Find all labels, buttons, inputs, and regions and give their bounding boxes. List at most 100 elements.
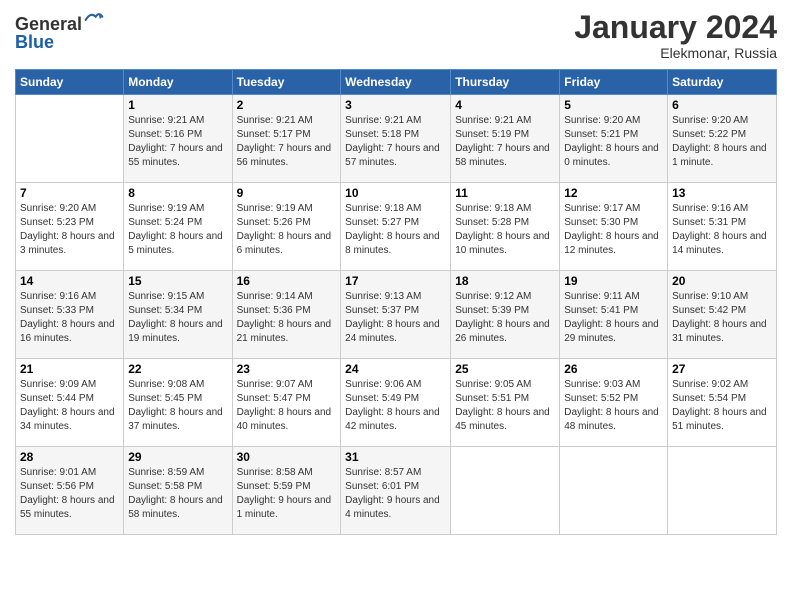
day-number: 2 [237, 98, 337, 112]
calendar-cell: 26 Sunrise: 9:03 AM Sunset: 5:52 PM Dayl… [560, 359, 668, 447]
day-info: Sunrise: 9:20 AM Sunset: 5:22 PM Dayligh… [672, 114, 772, 170]
sunset: Sunset: 5:58 PM [128, 481, 202, 492]
daylight: Daylight: 8 hours and 5 minutes. [128, 231, 223, 256]
calendar-cell: 4 Sunrise: 9:21 AM Sunset: 5:19 PM Dayli… [451, 95, 560, 183]
sunset: Sunset: 5:19 PM [455, 129, 529, 140]
calendar-cell: 21 Sunrise: 9:09 AM Sunset: 5:44 PM Dayl… [16, 359, 124, 447]
sunrise: Sunrise: 9:16 AM [20, 291, 96, 302]
day-number: 1 [128, 98, 227, 112]
daylight: Daylight: 8 hours and 42 minutes. [345, 407, 440, 432]
daylight: Daylight: 8 hours and 0 minutes. [564, 143, 659, 168]
day-number: 11 [455, 186, 555, 200]
calendar-cell: 8 Sunrise: 9:19 AM Sunset: 5:24 PM Dayli… [124, 183, 232, 271]
day-info: Sunrise: 9:18 AM Sunset: 5:28 PM Dayligh… [455, 202, 555, 258]
calendar-cell: 9 Sunrise: 9:19 AM Sunset: 5:26 PM Dayli… [232, 183, 341, 271]
calendar-cell: 25 Sunrise: 9:05 AM Sunset: 5:51 PM Dayl… [451, 359, 560, 447]
sunrise: Sunrise: 9:06 AM [345, 379, 421, 390]
calendar-cell: 7 Sunrise: 9:20 AM Sunset: 5:23 PM Dayli… [16, 183, 124, 271]
sunrise: Sunrise: 9:21 AM [237, 115, 313, 126]
day-info: Sunrise: 9:19 AM Sunset: 5:26 PM Dayligh… [237, 202, 337, 258]
daylight: Daylight: 8 hours and 24 minutes. [345, 319, 440, 344]
day-info: Sunrise: 9:16 AM Sunset: 5:31 PM Dayligh… [672, 202, 772, 258]
calendar-cell: 22 Sunrise: 9:08 AM Sunset: 5:45 PM Dayl… [124, 359, 232, 447]
daylight: Daylight: 8 hours and 45 minutes. [455, 407, 550, 432]
calendar-cell [668, 447, 777, 535]
day-info: Sunrise: 9:03 AM Sunset: 5:52 PM Dayligh… [564, 378, 663, 434]
calendar-cell: 29 Sunrise: 8:59 AM Sunset: 5:58 PM Dayl… [124, 447, 232, 535]
sunset: Sunset: 5:34 PM [128, 305, 202, 316]
col-tuesday: Tuesday [232, 70, 341, 95]
calendar-cell: 2 Sunrise: 9:21 AM Sunset: 5:17 PM Dayli… [232, 95, 341, 183]
day-number: 24 [345, 362, 446, 376]
logo: General Blue [15, 10, 104, 53]
sunrise: Sunrise: 9:01 AM [20, 467, 96, 478]
sunrise: Sunrise: 9:20 AM [564, 115, 640, 126]
calendar-cell: 28 Sunrise: 9:01 AM Sunset: 5:56 PM Dayl… [16, 447, 124, 535]
sunrise: Sunrise: 9:15 AM [128, 291, 204, 302]
day-info: Sunrise: 9:16 AM Sunset: 5:33 PM Dayligh… [20, 290, 119, 346]
calendar-week-1: 7 Sunrise: 9:20 AM Sunset: 5:23 PM Dayli… [16, 183, 777, 271]
day-number: 17 [345, 274, 446, 288]
sunset: Sunset: 5:51 PM [455, 393, 529, 404]
day-info: Sunrise: 8:59 AM Sunset: 5:58 PM Dayligh… [128, 466, 227, 522]
day-info: Sunrise: 9:11 AM Sunset: 5:41 PM Dayligh… [564, 290, 663, 346]
day-info: Sunrise: 9:18 AM Sunset: 5:27 PM Dayligh… [345, 202, 446, 258]
day-number: 30 [237, 450, 337, 464]
sunset: Sunset: 5:28 PM [455, 217, 529, 228]
col-monday: Monday [124, 70, 232, 95]
sunset: Sunset: 6:01 PM [345, 481, 419, 492]
calendar-cell: 15 Sunrise: 9:15 AM Sunset: 5:34 PM Dayl… [124, 271, 232, 359]
daylight: Daylight: 7 hours and 56 minutes. [237, 143, 332, 168]
sunrise: Sunrise: 9:02 AM [672, 379, 748, 390]
daylight: Daylight: 8 hours and 10 minutes. [455, 231, 550, 256]
day-number: 4 [455, 98, 555, 112]
daylight: Daylight: 9 hours and 4 minutes. [345, 495, 440, 520]
daylight: Daylight: 8 hours and 48 minutes. [564, 407, 659, 432]
day-info: Sunrise: 9:19 AM Sunset: 5:24 PM Dayligh… [128, 202, 227, 258]
calendar-cell: 11 Sunrise: 9:18 AM Sunset: 5:28 PM Dayl… [451, 183, 560, 271]
col-sunday: Sunday [16, 70, 124, 95]
day-number: 26 [564, 362, 663, 376]
day-info: Sunrise: 9:21 AM Sunset: 5:17 PM Dayligh… [237, 114, 337, 170]
sunset: Sunset: 5:59 PM [237, 481, 311, 492]
sunrise: Sunrise: 9:18 AM [455, 203, 531, 214]
sunrise: Sunrise: 9:20 AM [20, 203, 96, 214]
sunset: Sunset: 5:45 PM [128, 393, 202, 404]
daylight: Daylight: 8 hours and 31 minutes. [672, 319, 767, 344]
day-info: Sunrise: 9:21 AM Sunset: 5:18 PM Dayligh… [345, 114, 446, 170]
page-container: General Blue January 2024 Elekmonar, Rus… [0, 0, 792, 545]
sunset: Sunset: 5:33 PM [20, 305, 94, 316]
page-header: General Blue January 2024 Elekmonar, Rus… [15, 10, 777, 61]
sunset: Sunset: 5:18 PM [345, 129, 419, 140]
sunrise: Sunrise: 9:19 AM [237, 203, 313, 214]
day-info: Sunrise: 9:20 AM Sunset: 5:23 PM Dayligh… [20, 202, 119, 258]
day-number: 25 [455, 362, 555, 376]
daylight: Daylight: 7 hours and 57 minutes. [345, 143, 440, 168]
day-number: 15 [128, 274, 227, 288]
daylight: Daylight: 8 hours and 14 minutes. [672, 231, 767, 256]
day-number: 28 [20, 450, 119, 464]
day-number: 3 [345, 98, 446, 112]
daylight: Daylight: 8 hours and 37 minutes. [128, 407, 223, 432]
day-number: 19 [564, 274, 663, 288]
day-info: Sunrise: 9:02 AM Sunset: 5:54 PM Dayligh… [672, 378, 772, 434]
sunrise: Sunrise: 9:10 AM [672, 291, 748, 302]
day-number: 8 [128, 186, 227, 200]
daylight: Daylight: 8 hours and 58 minutes. [128, 495, 223, 520]
daylight: Daylight: 8 hours and 3 minutes. [20, 231, 115, 256]
logo-blue: Blue [15, 33, 54, 53]
daylight: Daylight: 8 hours and 1 minute. [672, 143, 767, 168]
title-block: January 2024 Elekmonar, Russia [574, 10, 777, 61]
header-row: Sunday Monday Tuesday Wednesday Thursday… [16, 70, 777, 95]
day-number: 22 [128, 362, 227, 376]
daylight: Daylight: 9 hours and 1 minute. [237, 495, 332, 520]
day-info: Sunrise: 9:15 AM Sunset: 5:34 PM Dayligh… [128, 290, 227, 346]
sunrise: Sunrise: 9:13 AM [345, 291, 421, 302]
daylight: Daylight: 8 hours and 40 minutes. [237, 407, 332, 432]
day-number: 7 [20, 186, 119, 200]
daylight: Daylight: 8 hours and 12 minutes. [564, 231, 659, 256]
sunrise: Sunrise: 9:03 AM [564, 379, 640, 390]
sunset: Sunset: 5:39 PM [455, 305, 529, 316]
calendar-cell: 3 Sunrise: 9:21 AM Sunset: 5:18 PM Dayli… [341, 95, 451, 183]
calendar-cell: 31 Sunrise: 8:57 AM Sunset: 6:01 PM Dayl… [341, 447, 451, 535]
